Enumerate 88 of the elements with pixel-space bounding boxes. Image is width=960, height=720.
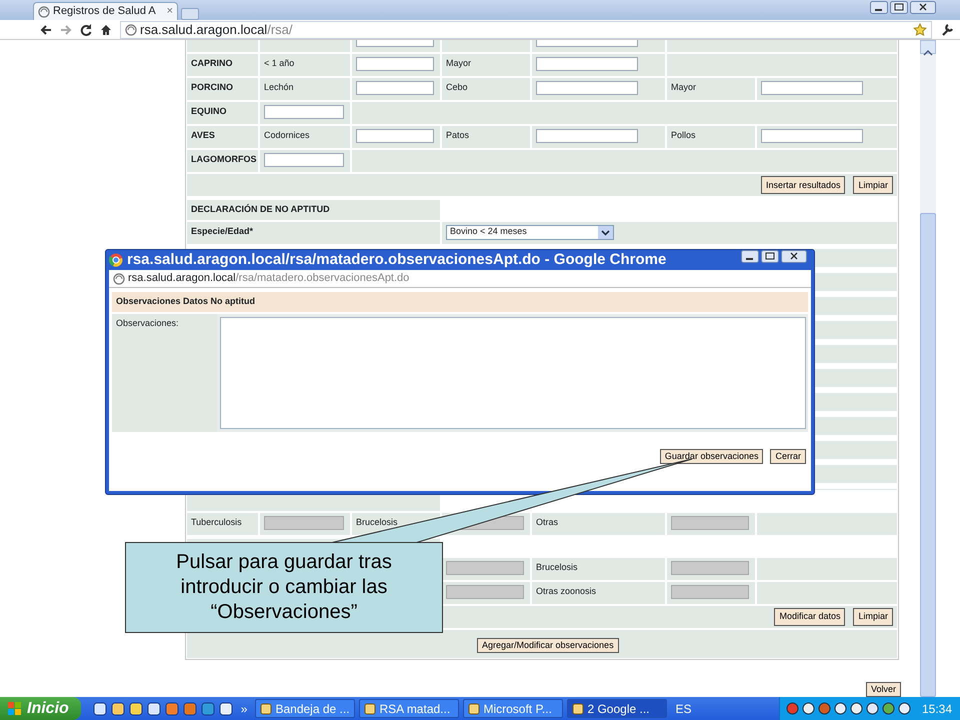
section-heading: DECLARACIÓN DE NO APTITUD bbox=[187, 200, 440, 220]
app-icon[interactable] bbox=[218, 702, 233, 716]
reload-icon[interactable] bbox=[80, 24, 92, 36]
app-icon[interactable] bbox=[164, 702, 179, 716]
field-label: Tuberculosis bbox=[187, 512, 258, 534]
field-label: LAGOMORFOS bbox=[187, 150, 258, 172]
field-label: < 1 año bbox=[260, 54, 350, 76]
field-label: Cebo bbox=[442, 78, 530, 100]
dropdown[interactable]: Bovino < 24 meses bbox=[446, 224, 614, 240]
tray-icon[interactable] bbox=[850, 702, 863, 715]
field-label: Mayor bbox=[442, 54, 530, 76]
field-label: Brucelosis bbox=[532, 558, 665, 580]
field-label: PORCINO bbox=[187, 78, 258, 100]
form-button[interactable]: Agregar/Modificar observaciones bbox=[477, 638, 619, 652]
window-title: rsa.salud.aragon.local/rsa/matadero.observacionesApt.do - Google Chrome bbox=[127, 250, 666, 270]
taskbar-button[interactable]: RSA matad... bbox=[359, 699, 460, 718]
page-icon bbox=[113, 272, 125, 284]
input-field[interactable] bbox=[356, 57, 434, 71]
taskbar-button[interactable]: 2 Google ... bbox=[567, 699, 668, 718]
taskbar-button[interactable]: Bandeja de ... bbox=[255, 699, 356, 718]
callout: Pulsar para guardar tras introducir o cambiar las “Observaciones” bbox=[125, 542, 443, 633]
url-text: rsa.salud.aragon.local/rsa/ bbox=[140, 20, 292, 39]
app-icon bbox=[468, 702, 480, 714]
back-button[interactable]: Volver bbox=[866, 682, 901, 696]
form-button[interactable]: Limpiar bbox=[853, 608, 893, 626]
clock: 15:34 bbox=[922, 700, 952, 718]
form-button[interactable]: Cerrar bbox=[770, 449, 806, 464]
tray-icon[interactable] bbox=[882, 702, 895, 715]
field-label: Otras zoonosis bbox=[532, 582, 665, 604]
page-icon bbox=[125, 24, 137, 36]
field-label: AVES bbox=[187, 126, 258, 148]
app-icon bbox=[364, 702, 376, 714]
url-text: rsa.salud.aragon.local/rsa/matadero.observacionesApt.do bbox=[128, 271, 410, 286]
field-label: Observaciones: bbox=[112, 314, 217, 432]
field-label: Patos bbox=[442, 126, 530, 148]
taskbar-button[interactable]: Microsoft P... bbox=[463, 699, 564, 718]
field-label: Otras bbox=[532, 512, 665, 534]
field-label: Lechón bbox=[260, 78, 350, 100]
form-button[interactable]: Modificar datos bbox=[774, 608, 846, 626]
tray-icon[interactable] bbox=[898, 702, 911, 715]
browser-logo-icon bbox=[109, 253, 123, 267]
input-field[interactable] bbox=[264, 153, 344, 167]
input-field[interactable] bbox=[536, 57, 638, 71]
input-field[interactable] bbox=[356, 81, 434, 95]
form-button[interactable]: Insertar resultados bbox=[760, 176, 846, 194]
input-field[interactable] bbox=[536, 81, 638, 95]
field-label: CAPRINO bbox=[187, 54, 258, 76]
input-field[interactable] bbox=[761, 129, 863, 143]
tab-close-button[interactable]: × bbox=[166, 3, 173, 20]
more-chevron[interactable]: » bbox=[240, 700, 248, 718]
form-button[interactable]: Guardar observaciones bbox=[660, 449, 764, 464]
form-button[interactable]: Limpiar bbox=[853, 176, 893, 194]
tray-icon[interactable] bbox=[802, 702, 815, 715]
home-icon[interactable] bbox=[100, 24, 112, 36]
minimize-icon[interactable] bbox=[870, 1, 888, 14]
app-icon[interactable] bbox=[92, 702, 107, 716]
back-icon[interactable] bbox=[40, 24, 52, 36]
app-icon[interactable] bbox=[110, 702, 125, 716]
page-icon bbox=[38, 6, 50, 18]
close-icon[interactable] bbox=[781, 250, 807, 263]
maximize-icon[interactable] bbox=[890, 1, 908, 14]
language-indicator[interactable]: ES bbox=[675, 700, 692, 718]
scrollbar[interactable] bbox=[920, 40, 936, 697]
field-label: Mayor bbox=[667, 78, 755, 100]
section-heading: Observaciones Datos No aptitud bbox=[112, 292, 808, 312]
input-field[interactable] bbox=[761, 81, 863, 95]
input-field[interactable] bbox=[536, 129, 638, 143]
input-field[interactable] bbox=[356, 129, 434, 143]
address-bar[interactable]: rsa.salud.aragon.local/rsa/ bbox=[120, 20, 932, 38]
tray-icon[interactable] bbox=[834, 702, 847, 715]
minimize-icon[interactable] bbox=[741, 250, 759, 263]
app-icon[interactable] bbox=[146, 702, 161, 716]
maximize-icon[interactable] bbox=[761, 250, 779, 263]
windows-logo-icon bbox=[8, 702, 22, 716]
input-field[interactable] bbox=[264, 105, 344, 119]
app-icon bbox=[260, 702, 272, 714]
close-icon[interactable] bbox=[910, 1, 936, 14]
star-icon[interactable] bbox=[913, 22, 927, 36]
app-icon[interactable] bbox=[128, 702, 143, 716]
tab-title: Registros de Salud A bbox=[53, 4, 156, 20]
wrench-icon[interactable] bbox=[940, 22, 954, 36]
app-icon bbox=[572, 702, 584, 714]
tray-icon[interactable] bbox=[866, 702, 879, 715]
field-label: Codornices bbox=[260, 126, 350, 148]
field-label: EQUINO bbox=[187, 102, 258, 124]
field-label: Pollos bbox=[667, 126, 755, 148]
browser-tab[interactable]: Registros de Salud A × bbox=[33, 2, 178, 20]
field-label: Especie/Edad* bbox=[187, 222, 440, 244]
